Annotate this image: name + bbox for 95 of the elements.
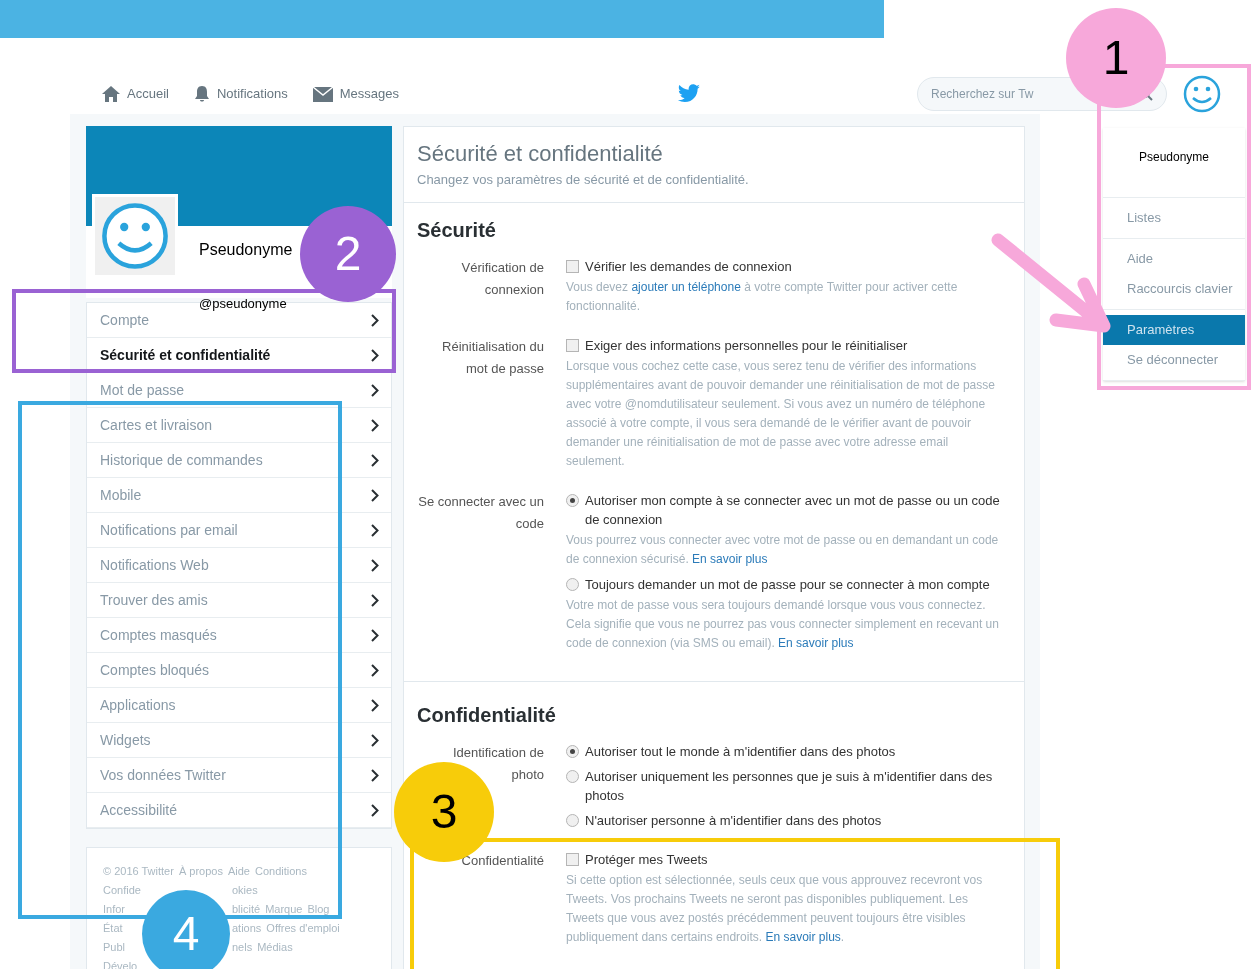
help-text: Vous pourrez vous connecter avec votre mot de passe ou en demandant un code de connexion sécurisé. En savoir plus [566,531,1000,568]
callout-number: 1 [1066,8,1166,108]
settings-menu-item[interactable]: Vos données Twitter [87,758,391,793]
chevron-icon [371,733,379,747]
search-input[interactable]: Recherchez sur Tw [931,85,1041,103]
chevron-icon [371,803,379,817]
chevron-icon [371,418,379,432]
settings-menu-item[interactable]: Notifications Web [87,548,391,583]
option-label: Vérifier les demandes de connexion [585,257,792,276]
chevron-icon [371,383,379,397]
chevron-icon [371,698,379,712]
bird-logo [677,84,701,104]
radio-button[interactable] [566,769,579,783]
option-label: N'autoriser personne à m'identifier dans des photos [585,811,882,830]
chevron-icon [371,628,379,642]
home-icon [101,85,121,103]
nav-link[interactable]: Messages [311,84,399,104]
footer-link[interactable]: État [103,919,123,938]
help-text: Vous devez ajouter un téléphone à votre compte Twitter pour activer cette fonctionnalité. [566,278,959,315]
footer-link[interactable]: Confide [103,881,141,900]
settings-menu-item[interactable]: Historique de commandes [87,443,391,478]
chevron-icon [371,348,379,362]
settings-menu-item[interactable]: Trouver des amis [87,583,391,618]
chevron-icon [371,768,379,782]
chevron-icon [371,453,379,467]
footer-link[interactable]: blicité [232,900,261,919]
setting-label: Réinitialisation du mot de passe [442,338,544,376]
footer-link[interactable]: Infor [103,900,125,919]
checkbox[interactable] [566,852,579,866]
checkbox[interactable] [566,259,579,273]
profile-name: Pseudonyme [199,240,293,260]
footer-link[interactable]: okies [232,881,258,900]
footer-link[interactable]: Marque [265,900,303,919]
setting-label: Se connecter avec un code [418,493,544,531]
option-label: Autoriser tout le monde à m'identifier dans des photos [585,742,896,761]
settings-menu-item[interactable]: Sécurité et confidentialité [87,338,391,373]
chevron-icon [371,313,379,327]
footer-link[interactable]: Aide [227,862,250,881]
avatar-icon [1182,74,1222,114]
footer-link[interactable]: Publ [103,938,126,957]
help-text: Lorsque vous cochez cette case, vous serez tenu de vérifier des informations supplémentaires avant de pouvoir demander une réinitialisation de mot de passe avec votre @nomdutilisateur seulement. Si vous avez un numéro de téléphone associé à votre compte, il vous sera demandé de le vérifier avant de pouvoir demander une réinitialisation de mot de passe avec votre adresse email seulement. [566,357,996,470]
footer-link[interactable]: © 2016 Twitter [103,862,174,881]
radio-button[interactable] [566,577,579,591]
dropdown-item[interactable]: Paramètres [1103,315,1245,345]
envelope-icon [311,85,334,103]
bell-icon [192,84,211,104]
footer-link[interactable]: Médias [257,938,293,957]
dropdown-item[interactable]: Aide [1103,244,1245,274]
chevron-icon [371,593,379,607]
checkbox[interactable] [566,338,579,352]
dropdown-item[interactable]: Raccourcis clavier [1103,274,1245,304]
footer-link[interactable]: ations [232,919,262,938]
nav-link[interactable]: Notifications [192,84,288,104]
settings-menu-item[interactable]: Comptes bloqués [87,653,391,688]
help-link[interactable]: En savoir plus [765,929,841,944]
chevron-icon [371,523,379,537]
footer-link[interactable]: Conditions [254,862,307,881]
nav-link[interactable]: Accueil [101,84,169,104]
settings-menu-item[interactable]: Notifications par email [87,513,391,548]
settings-menu-item[interactable]: Applications [87,688,391,723]
settings-menu-item[interactable]: Mobile [87,478,391,513]
smiley-icon [99,200,171,272]
radio-button[interactable] [566,493,579,507]
setting-label: Vérification de connexion [461,259,544,297]
option-label: Toujours demander un mot de passe pour se connecter à mon compte [585,575,990,594]
footer-link[interactable]: Offres d'emploi [266,919,340,938]
settings-menu-item[interactable]: Accessibilité [87,793,391,828]
help-link[interactable]: En savoir plus [778,635,854,650]
chevron-icon [371,488,379,502]
help-text: Votre mot de passe vous sera toujours demandé lorsque vous vous connectez. Cela signifie que vous ne pourrez pas vous connecter simplement en recevant un code de connexion (via SMS ou email). En savoir plus [566,596,1000,652]
option-label: Autoriser uniquement les personnes que je suis à m'identifier dans des photos [585,767,994,805]
option-label: Protéger mes Tweets [585,850,708,869]
option-label: Autoriser mon compte à se connecter avec un mot de passe ou un code de connexion [585,491,1001,529]
help-link[interactable]: En savoir plus [692,551,768,566]
settings-menu-item[interactable]: Comptes masqués [87,618,391,653]
section-heading: Confidentialité [417,702,557,728]
help-text: Si cette option est sélectionnée, seuls ceux que vous approuvez recevront vos Tweets. Vos prochains Tweets ne seront pas disponibles publiquement. Les Tweets que vous avez postés précédemment peuvent toujours être visibles publiquement dans certains endroits. En savoir plus. [566,871,984,946]
footer-link[interactable]: À propos [178,862,223,881]
dropdown-item[interactable]: Listes [1103,203,1245,233]
settings-menu-item[interactable]: Cartes et livraison [87,408,391,443]
footer-link[interactable]: Blog [307,900,330,919]
dropdown-name: Pseudonyme [1139,150,1210,164]
section-heading: Sécurité [417,217,497,243]
footer-link[interactable]: nels [232,938,253,957]
page-title: Sécurité et confidentialité [417,140,664,168]
chevron-icon [371,663,379,677]
dropdown-item[interactable]: Se déconnecter [1103,345,1245,375]
chevron-icon [371,558,379,572]
settings-menu-item[interactable]: Widgets [87,723,391,758]
radio-button[interactable] [566,813,579,827]
help-link[interactable]: ajouter un téléphone [631,279,741,294]
radio-button[interactable] [566,744,579,758]
page-subtitle: Changez vos paramètres de sécurité et de confidentialité. [417,171,750,189]
option-label: Exiger des informations personnelles pour le réinitialiser [585,336,908,355]
settings-menu-item[interactable]: Mot de passe [87,373,391,408]
